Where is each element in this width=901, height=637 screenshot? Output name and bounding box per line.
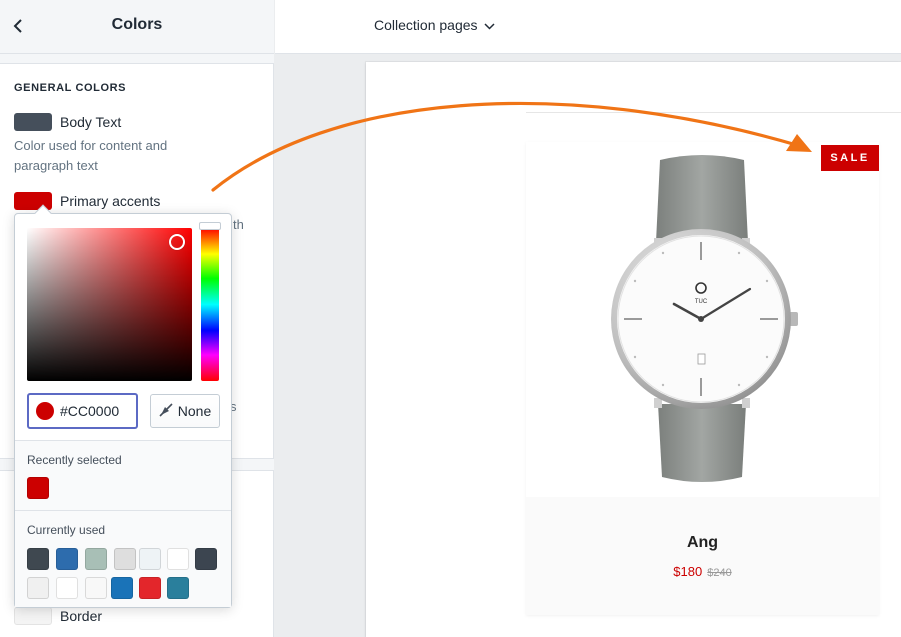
divider bbox=[526, 112, 901, 113]
obscured-help-text: th bbox=[233, 217, 244, 232]
page-type-label: Collection pages bbox=[374, 17, 478, 33]
preview-toolbar: Collection pages bbox=[275, 0, 901, 54]
watch-image: TUC bbox=[611, 155, 798, 482]
used-color-swatch[interactable] bbox=[27, 577, 49, 599]
product-card[interactable]: TUC SALE Ang $180 $240 bbox=[526, 142, 879, 615]
color-picker-popover: None Recently selected Currently used bbox=[14, 204, 232, 608]
sidebar-title: Colors bbox=[111, 16, 163, 33]
currently-used-label: Currently used bbox=[27, 523, 106, 537]
currently-used-section: Currently used bbox=[15, 511, 231, 607]
recent-color-swatch[interactable] bbox=[27, 477, 49, 499]
used-color-swatch[interactable] bbox=[111, 577, 133, 599]
chevron-down-icon bbox=[483, 17, 495, 33]
body-text-label: Body Text bbox=[60, 114, 122, 130]
page-type-select[interactable]: Collection pages bbox=[374, 17, 495, 33]
body-text-help: Color used for content and paragraph tex… bbox=[14, 138, 168, 173]
sidebar-header: Colors bbox=[0, 0, 274, 54]
used-color-swatch[interactable] bbox=[56, 577, 78, 599]
used-color-swatch[interactable] bbox=[167, 577, 189, 599]
no-color-button[interactable]: None bbox=[150, 394, 220, 428]
used-color-swatch[interactable] bbox=[139, 577, 161, 599]
store-preview: TUC SALE Ang $180 $240 bbox=[366, 62, 901, 637]
used-color-swatch[interactable] bbox=[27, 548, 49, 570]
saturation-handle[interactable] bbox=[169, 234, 185, 250]
no-color-label: None bbox=[177, 403, 212, 419]
recently-selected-label: Recently selected bbox=[27, 453, 122, 467]
used-color-swatch[interactable] bbox=[195, 548, 217, 570]
price-row: $180 $240 bbox=[526, 564, 879, 579]
border-label: Border bbox=[60, 608, 103, 624]
used-color-swatch[interactable] bbox=[85, 577, 107, 599]
hex-input[interactable] bbox=[60, 403, 140, 419]
compare-at-price: $240 bbox=[707, 567, 732, 579]
used-color-swatch[interactable] bbox=[139, 548, 161, 570]
hex-color-field[interactable] bbox=[27, 393, 140, 429]
recently-selected-section: Recently selected bbox=[15, 441, 231, 510]
sale-badge: SALE bbox=[821, 145, 879, 171]
sale-price: $180 bbox=[673, 564, 703, 579]
no-color-icon bbox=[159, 402, 173, 420]
hue-slider-handle[interactable] bbox=[199, 222, 221, 230]
body-text-color-swatch[interactable] bbox=[14, 113, 52, 131]
border-color-swatch[interactable] bbox=[14, 607, 52, 625]
used-color-swatch[interactable] bbox=[114, 548, 136, 570]
used-color-swatch[interactable] bbox=[56, 548, 78, 570]
product-title[interactable]: Ang bbox=[526, 534, 879, 552]
hue-slider[interactable] bbox=[201, 228, 219, 381]
section-heading: GENERAL COLORS bbox=[14, 82, 127, 94]
primary-accents-label: Primary accents bbox=[60, 193, 161, 209]
product-image[interactable]: TUC bbox=[526, 142, 879, 497]
current-color-preview bbox=[36, 402, 54, 420]
svg-text:TUC: TUC bbox=[695, 299, 708, 305]
saturation-picker[interactable] bbox=[27, 228, 192, 381]
used-color-swatch[interactable] bbox=[85, 548, 107, 570]
header-spacer bbox=[0, 54, 274, 64]
used-color-swatch[interactable] bbox=[167, 548, 189, 570]
